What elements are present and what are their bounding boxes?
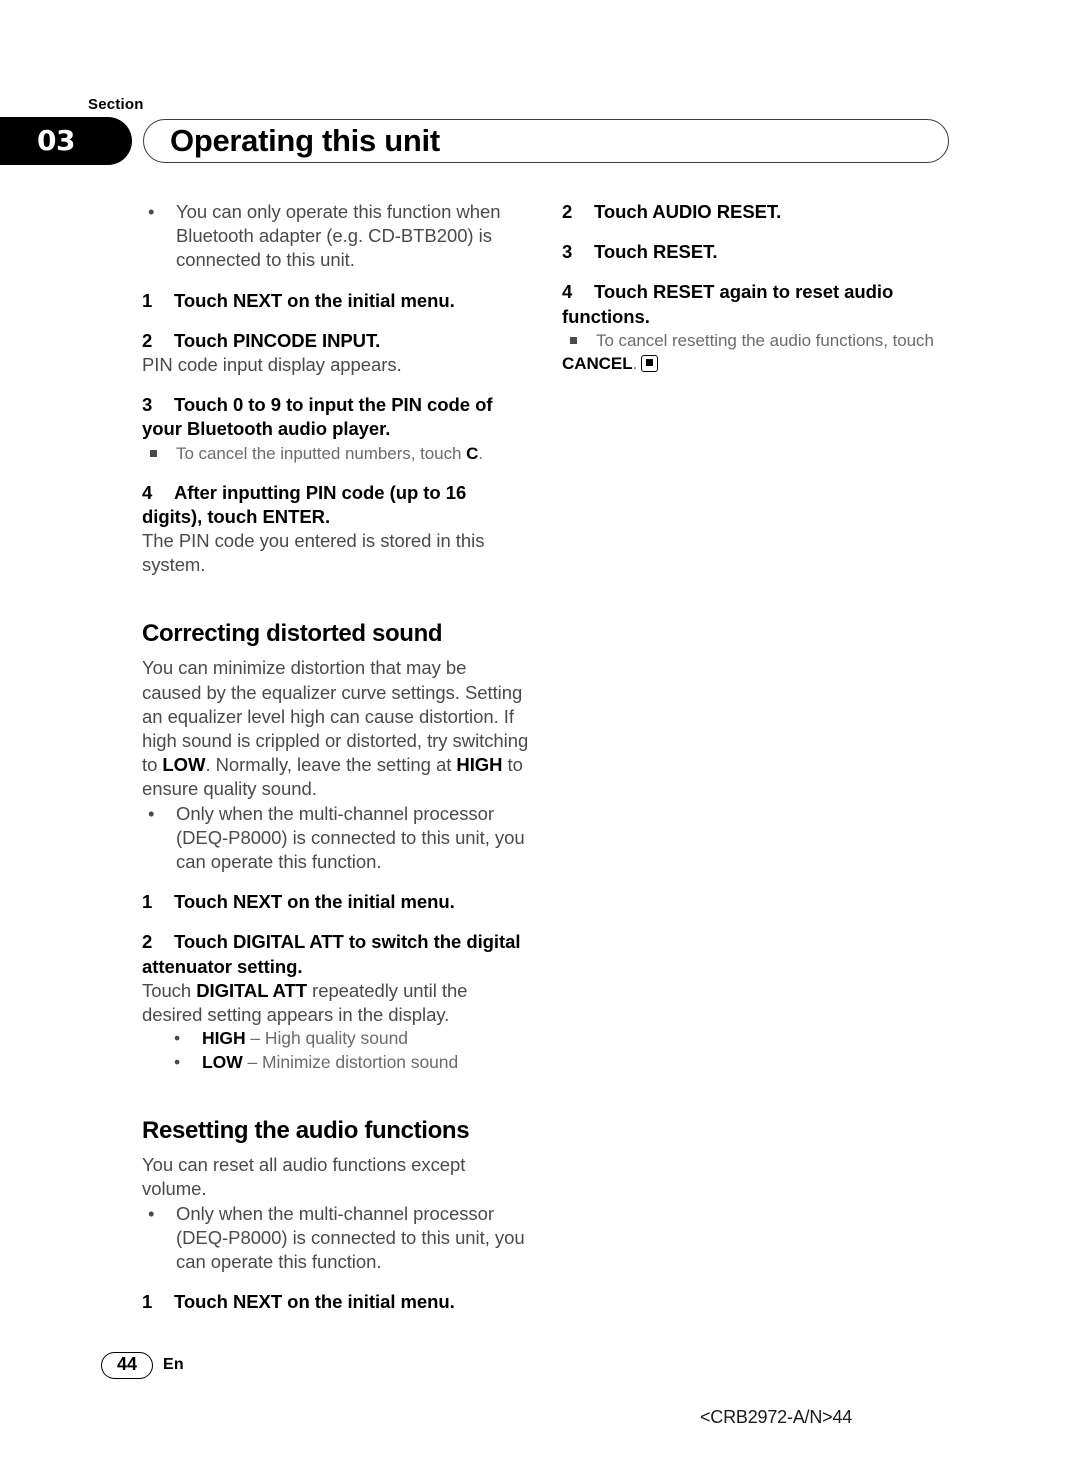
step-number: 4 (562, 281, 573, 303)
intro-paragraph: You can minimize distortion that may be … (142, 656, 530, 801)
step-item: 2 Touch DIGITAL ATT to switch the digital… (142, 914, 530, 978)
step-item: 3 Touch 0 to 9 to input the PIN code of y… (142, 377, 530, 441)
step-text: Touch AUDIO RESET. (594, 201, 782, 222)
note-text-tail: . (478, 443, 484, 463)
step-text: Touch NEXT on the initial menu. (174, 891, 455, 913)
end-of-section-marker-icon (641, 354, 659, 372)
right-column: 2 Touch AUDIO RESET. 3 Touch RESET. 4 Touch… (562, 200, 950, 375)
step-number: 3 (562, 241, 573, 263)
document-code: <CRB2972-A/N>44 (700, 1407, 853, 1427)
keyword-high: HIGH (456, 754, 503, 776)
step-number: 4 (142, 481, 153, 503)
option-item-high: • HIGH – High quality sound (142, 1027, 530, 1051)
bullet-text: Only when the multi-channel processor (D… (176, 1202, 525, 1273)
section-heading-resetting-audio-functions: Resetting the audio functions (142, 1117, 470, 1145)
option-label: LOW (202, 1051, 243, 1072)
step-text: Touch NEXT on the initial menu. (174, 289, 455, 311)
step-item: 4 After inputting PIN code (up to 16 digi… (142, 465, 530, 529)
option-label: HIGH (202, 1028, 246, 1049)
note-item: To cancel the inputted numbers, touch C. (142, 442, 530, 465)
step-item: 4 Touch RESET again to reset audio functi… (562, 264, 950, 328)
step-text: Touch RESET again to reset audio functio… (562, 281, 894, 327)
step-text: Touch NEXT on the initial menu. (174, 1291, 455, 1313)
intro-paragraph: You can reset all audio functions except… (142, 1154, 466, 1200)
square-bullet-icon (150, 449, 157, 457)
intro-part-2: . Normally, leave the setting at (205, 754, 457, 776)
note-text: To cancel the inputted numbers, touch (176, 443, 467, 463)
keyword-digital-att: DIGITAL ATT (196, 979, 307, 1001)
option-description: – High quality sound (245, 1028, 408, 1049)
step-number: 1 (142, 289, 153, 311)
note-text-tail: . (632, 353, 638, 373)
page-number-badge: 44 (101, 1352, 153, 1379)
step-item: 1 Touch NEXT on the initial menu. (142, 874, 530, 914)
list-item: • Only when the multi-channel processor … (142, 802, 530, 875)
step-number: 3 (142, 394, 153, 416)
note-item: To cancel resetting the audio functions,… (562, 329, 950, 352)
note-text: To cancel resetting the audio functions,… (596, 330, 934, 350)
section-heading-correcting-distorted-sound: Correcting distorted sound (142, 620, 443, 648)
keyword-low: LOW (162, 754, 206, 776)
section-number: 03 (37, 124, 75, 157)
bullet-dot-icon: • (174, 1051, 181, 1072)
note-emphasis: C (466, 443, 479, 463)
square-bullet-icon (570, 336, 577, 344)
step-text: Touch RESET. (594, 241, 718, 263)
page-title: Operating this unit (170, 123, 440, 158)
list-item: • You can only operate this function whe… (142, 200, 530, 273)
bullet-dot-icon: • (174, 1028, 181, 1049)
step-number: 1 (142, 1291, 153, 1313)
page-header: Section 03 Operating this unit (0, 96, 1080, 166)
step-item: 2 Touch PINCODE INPUT. (142, 313, 530, 353)
step-body-text: PIN code input display appears. (142, 354, 402, 376)
step-body-text: Touch DIGITAL ATT repeatedly until the d… (142, 979, 530, 1027)
step-number: 1 (142, 891, 153, 913)
step-item: 1 Touch NEXT on the initial menu. (142, 273, 530, 313)
section-number-tab: 03 (0, 117, 132, 165)
list-item: • Only when the multi-channel processor … (142, 1202, 530, 1275)
step-text: Touch DIGITAL ATT to switch the digital … (142, 931, 521, 977)
step-body-text: The PIN code you entered is stored in th… (142, 530, 485, 576)
keyword-cancel: CANCEL (562, 353, 633, 373)
option-description: – Minimize distortion sound (242, 1051, 459, 1072)
bullet-dot-icon: • (148, 802, 155, 824)
body-part-1: Touch (142, 979, 197, 1001)
step-number: 2 (142, 931, 153, 953)
bullet-dot-icon: • (148, 1202, 155, 1224)
step-text: Touch PINCODE INPUT. (174, 329, 381, 351)
note-continuation: CANCEL. (562, 352, 950, 375)
step-text: Touch 0 to 9 to input the PIN code of yo… (142, 394, 493, 440)
step-item: 2 Touch AUDIO RESET. (562, 200, 950, 224)
step-item: 3 Touch RESET. (562, 224, 950, 264)
bullet-text: You can only operate this function when … (176, 201, 501, 271)
language-code: En (163, 1356, 184, 1373)
step-number: 2 (142, 329, 153, 351)
step-item: 1 Touch NEXT on the initial menu. (142, 1274, 530, 1314)
left-column: • You can only operate this function whe… (142, 200, 530, 1315)
bullet-dot-icon: • (148, 201, 155, 222)
section-label: Section (88, 96, 144, 113)
step-text: After inputting PIN code (up to 16 digit… (142, 481, 467, 527)
step-number: 2 (562, 201, 573, 222)
option-item-low: • LOW – Minimize distortion sound (142, 1051, 530, 1075)
bullet-text: Only when the multi-channel processor (D… (176, 802, 525, 873)
